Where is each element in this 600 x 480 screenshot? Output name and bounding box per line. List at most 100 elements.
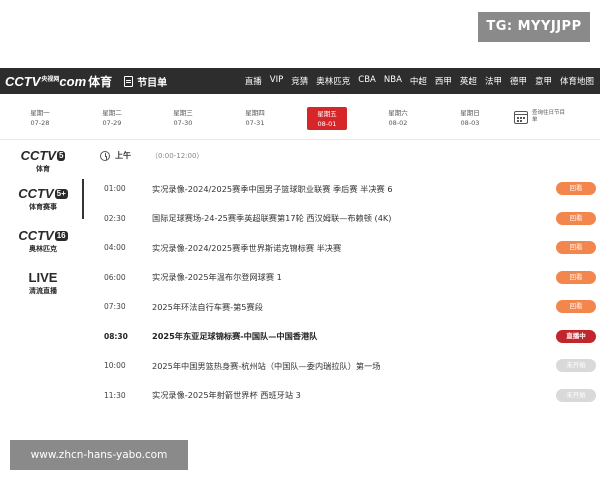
section-header: 上午 （0:00-12:00）: [100, 150, 203, 161]
channel-cctv16[interactable]: CCTV 16 奥林匹克: [2, 221, 84, 261]
logo-tiny-text: 央视网: [41, 76, 60, 83]
date-weekday: 星期日: [460, 109, 480, 117]
main-nav: 直播 VIP 竞猜 奥林匹克 CBA NBA 中超 西甲 英超 法甲 德甲 意甲…: [241, 75, 600, 87]
replay-button[interactable]: 回看: [556, 182, 596, 196]
program-list: 01:00 实况录像-2024/2025赛季中国男子篮球职业联赛 季后赛 半决赛…: [84, 174, 600, 410]
program-row-live: 08:30 2025年东亚足球锦标赛-中国队—中国香港队 直播中: [84, 322, 600, 352]
not-started-badge: 未开始: [556, 359, 596, 373]
nav-item-csl[interactable]: 中超: [406, 75, 431, 87]
nav-item-cba[interactable]: CBA: [354, 75, 380, 87]
channel-logo-text: CCTV: [18, 185, 54, 201]
program-time: 10:00: [104, 361, 126, 371]
clock-icon: [100, 150, 110, 161]
nav-item-laliga[interactable]: 西甲: [431, 75, 456, 87]
document-icon: [124, 75, 134, 87]
nav-item-sports-map[interactable]: 体育地图: [556, 75, 598, 87]
program-title[interactable]: 2025年环法自行车赛-第5赛段: [152, 301, 263, 313]
date-weekday: 星期一: [30, 109, 50, 117]
date-weekday: 星期五: [317, 110, 337, 118]
section-range: （0:00-12:00）: [151, 151, 204, 160]
replay-button[interactable]: 回看: [556, 270, 596, 284]
nav-item-vip[interactable]: VIP: [266, 75, 287, 87]
date-date: 08-03: [460, 119, 480, 127]
channel-logo-text: CCTV: [18, 227, 54, 243]
date-tab[interactable]: 星期四 07-31: [235, 108, 275, 128]
date-tab[interactable]: 星期一 07-28: [20, 108, 60, 128]
date-tab[interactable]: 星期六 08-02: [378, 108, 418, 128]
channel-logo-text: CCTV: [20, 147, 56, 163]
program-title[interactable]: 2025年东亚足球锦标赛-中国队—中国香港队: [152, 330, 317, 342]
page-root: TG: MYYJJPP CCTV央视网com 体育 节目单 直播 VIP 竞猜 奥…: [0, 0, 600, 480]
nav-item-quiz[interactable]: 竞猜: [287, 75, 312, 87]
section-title: 上午: [115, 151, 131, 160]
program-title[interactable]: 实况录像-2024/2025赛季世界斯诺克锦标赛 半决赛: [152, 242, 341, 254]
program-time: 02:30: [104, 213, 126, 223]
live-now-button[interactable]: 直播中: [556, 329, 596, 343]
program-row: 06:00 实况录像-2025年温布尔登网球赛 1 回看: [84, 263, 600, 293]
nav-item-bundesliga[interactable]: 德甲: [506, 75, 531, 87]
channel-name: 清流直播: [29, 286, 57, 295]
date-date: 07-30: [173, 119, 193, 127]
program-title[interactable]: 2025年中国男篮热身赛-杭州站（中国队—委内瑞拉队）第一场: [152, 360, 380, 372]
channel-badge: 5: [56, 150, 66, 161]
channel-badge: 5+: [54, 188, 68, 199]
replay-button[interactable]: 回看: [556, 211, 596, 225]
calendar-icon: [514, 110, 528, 124]
cctv-sports-logo[interactable]: CCTV央视网com 体育: [0, 73, 112, 90]
date-date: 07-29: [102, 119, 122, 127]
program-row: 04:00 实况录像-2024/2025赛季世界斯诺克锦标赛 半决赛 回看: [84, 233, 600, 263]
replay-button[interactable]: 回看: [556, 241, 596, 255]
schedule-title: 节目单: [124, 74, 167, 89]
date-date: 08-01: [317, 120, 337, 128]
date-date: 07-28: [30, 119, 50, 127]
program-time: 08:30: [104, 331, 128, 341]
nav-item-olympic[interactable]: 奥林匹克: [312, 75, 354, 87]
program-title[interactable]: 实况录像-2025年温布尔登网球赛 1: [152, 271, 282, 283]
channel-name: 奥林匹克: [29, 244, 57, 253]
program-time: 11:30: [104, 390, 126, 400]
program-time: 06:00: [104, 272, 126, 282]
top-nav-bar: CCTV央视网com 体育 节目单 直播 VIP 竞猜 奥林匹克 CBA NBA …: [0, 68, 600, 94]
channel-logo: CCTV 5: [20, 147, 66, 163]
program-title[interactable]: 实况录像-2024/2025赛季中国男子篮球职业联赛 季后赛 半决赛 6: [152, 183, 393, 195]
program-row: 10:00 2025年中国男篮热身赛-杭州站（中国队—委内瑞拉队）第一场 未开始: [84, 351, 600, 381]
date-weekday: 星期二: [102, 109, 122, 117]
date-tab[interactable]: 星期日 08-03: [450, 108, 490, 128]
watermark-bottom: www.zhcn-hans-yabo.com: [10, 440, 188, 470]
schedule-label: 节目单: [137, 77, 168, 89]
program-row: 11:30 实况录像-2025年射箭世界杯 西班牙站 3 未开始: [84, 381, 600, 411]
program-row: 01:00 实况录像-2024/2025赛季中国男子篮球职业联赛 季后赛 半决赛…: [84, 174, 600, 204]
program-row: 07:30 2025年环法自行车赛-第5赛段 回看: [84, 292, 600, 322]
date-tab[interactable]: 星期三 07-30: [163, 108, 203, 128]
nav-item-premier-league[interactable]: 英超: [456, 75, 481, 87]
date-date: 07-31: [245, 119, 265, 127]
past-schedule-button[interactable]: 查询往日节目单: [514, 110, 568, 124]
channel-name: 体育赛事: [29, 202, 57, 211]
channel-live[interactable]: LIVE 清流直播: [2, 263, 84, 303]
program-time: 07:30: [104, 302, 126, 312]
date-tab[interactable]: 星期二 07-29: [92, 108, 132, 128]
nav-item-serie-a[interactable]: 意甲: [531, 75, 556, 87]
watermark-top: TG: MYYJJPP: [478, 12, 590, 42]
channel-logo: CCTV 16: [18, 227, 68, 243]
channel-sidebar: CCTV 5 体育 CCTV 5+ 体育赛事 CCTV 16 奥林匹克 LIVE 清流…: [0, 141, 84, 407]
date-weekday: 星期六: [388, 109, 408, 117]
channel-cctv5plus[interactable]: CCTV 5+ 体育赛事: [2, 179, 84, 219]
nav-item-live[interactable]: 直播: [241, 75, 266, 87]
date-weekday: 星期三: [173, 109, 193, 117]
date-date: 08-02: [388, 119, 408, 127]
logo-com-text: com: [59, 73, 87, 89]
nav-item-nba[interactable]: NBA: [380, 75, 406, 87]
channel-logo: CCTV 5+: [18, 185, 68, 201]
channel-cctv5[interactable]: CCTV 5 体育: [2, 141, 84, 181]
program-title[interactable]: 国际足球赛场-24-25赛季英超联赛第17轮 西汉姆联—布赖顿 (4K): [152, 212, 391, 224]
channel-logo-text: LIVE: [28, 269, 58, 285]
logo-cctv-text: CCTV: [5, 73, 41, 89]
program-time: 04:00: [104, 243, 126, 253]
program-row: 02:30 国际足球赛场-24-25赛季英超联赛第17轮 西汉姆联—布赖顿 (4…: [84, 204, 600, 234]
date-tab-selected[interactable]: 星期五 08-01: [307, 107, 347, 130]
program-title[interactable]: 实况录像-2025年射箭世界杯 西班牙站 3: [152, 389, 301, 401]
nav-item-ligue1[interactable]: 法甲: [481, 75, 506, 87]
replay-button[interactable]: 回看: [556, 300, 596, 314]
calendar-label: 查询往日节目单: [532, 110, 566, 123]
